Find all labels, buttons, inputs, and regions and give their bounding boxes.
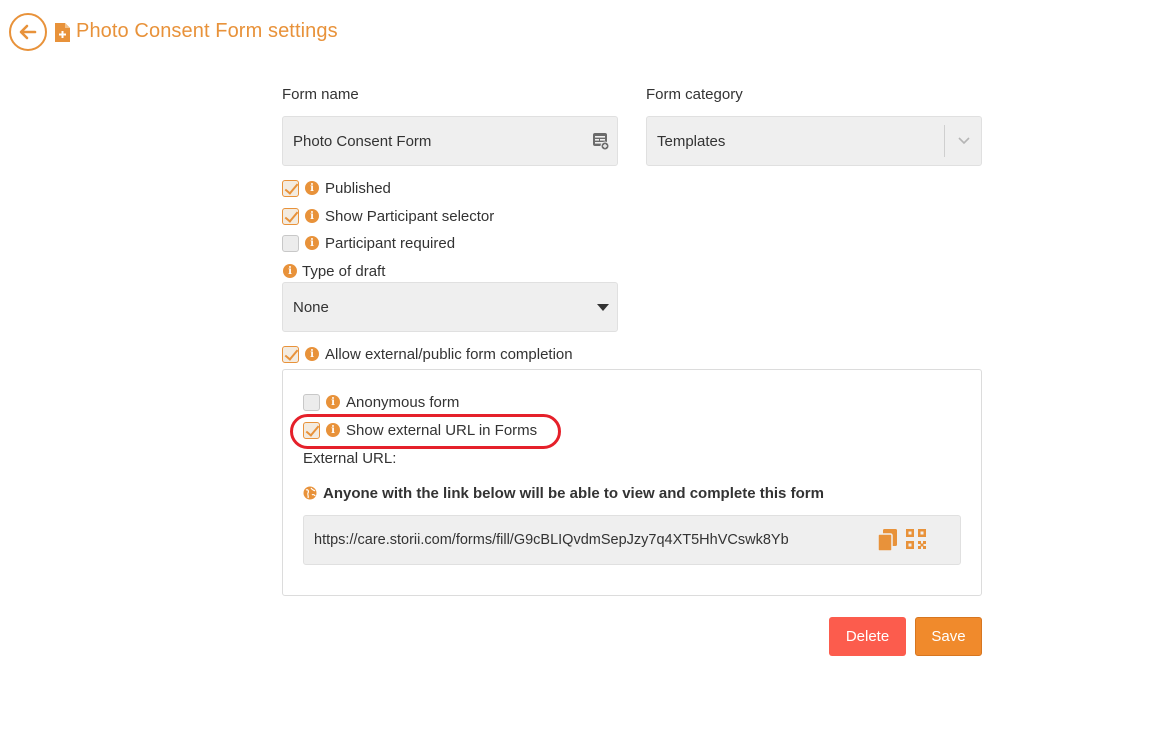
- published-label: Published: [325, 179, 391, 197]
- external-url-value: https://care.storii.com/forms/fill/G9cBL…: [314, 532, 789, 548]
- info-icon[interactable]: i: [305, 347, 319, 361]
- delete-button[interactable]: Delete: [829, 617, 906, 656]
- published-checkbox[interactable]: [282, 179, 299, 197]
- info-icon[interactable]: i: [305, 181, 319, 195]
- allow-external-option[interactable]: i Allow external/public form completion: [282, 344, 573, 364]
- save-button[interactable]: Save: [915, 617, 982, 656]
- participant-required-label: Participant required: [325, 234, 456, 252]
- select-divider: [944, 125, 945, 157]
- settings-page: Photo Consent Form settings Form name Ph…: [0, 0, 1168, 751]
- form-category-value: Templates: [657, 132, 726, 150]
- draft-type-select[interactable]: None: [282, 282, 618, 332]
- allow-external-checkbox[interactable]: [282, 345, 299, 363]
- form-name-label: Form name: [282, 86, 359, 103]
- qr-code-icon[interactable]: [906, 529, 926, 549]
- draft-type-value: None: [293, 298, 329, 316]
- back-button[interactable]: [9, 13, 47, 51]
- external-url-field[interactable]: https://care.storii.com/forms/fill/G9cBL…: [303, 515, 961, 565]
- form-category-select[interactable]: Templates: [646, 116, 982, 166]
- participant-selector-option[interactable]: i Show Participant selector: [282, 206, 494, 226]
- external-url-label: External URL:: [303, 450, 397, 467]
- anonymous-label: Anonymous form: [346, 393, 460, 411]
- draft-type-heading: i Type of draft: [282, 261, 385, 281]
- info-icon[interactable]: i: [283, 264, 297, 278]
- share-notice-text: Anyone with the link below will be able …: [323, 484, 824, 502]
- allow-external-label: Allow external/public form completion: [325, 345, 573, 363]
- highlight-annotation: [290, 414, 561, 449]
- copy-icon[interactable]: [878, 529, 898, 551]
- form-name-input[interactable]: Photo Consent Form: [282, 116, 618, 166]
- tag-list-icon[interactable]: [593, 133, 609, 150]
- form-category-label: Form category: [646, 86, 743, 103]
- info-icon[interactable]: i: [326, 395, 340, 409]
- form-name-value: Photo Consent Form: [293, 132, 432, 150]
- chevron-down-icon: [597, 304, 609, 311]
- anonymous-checkbox[interactable]: [303, 393, 320, 411]
- share-notice: Anyone with the link below will be able …: [303, 483, 824, 503]
- chevron-down-icon: [958, 137, 970, 145]
- draft-type-label: Type of draft: [302, 262, 386, 280]
- participant-required-option[interactable]: i Participant required: [282, 233, 455, 253]
- published-option[interactable]: i Published: [282, 178, 391, 198]
- participant-required-checkbox[interactable]: [282, 234, 299, 252]
- anonymous-option[interactable]: i Anonymous form: [303, 392, 459, 412]
- arrow-left-icon: [19, 24, 37, 40]
- globe-icon: [303, 486, 317, 500]
- participant-selector-checkbox[interactable]: [282, 207, 299, 225]
- participant-selector-label: Show Participant selector: [325, 207, 495, 225]
- document-plus-icon: [55, 23, 70, 42]
- info-icon[interactable]: i: [305, 209, 319, 223]
- info-icon[interactable]: i: [305, 236, 319, 250]
- page-title: Photo Consent Form settings: [76, 20, 338, 42]
